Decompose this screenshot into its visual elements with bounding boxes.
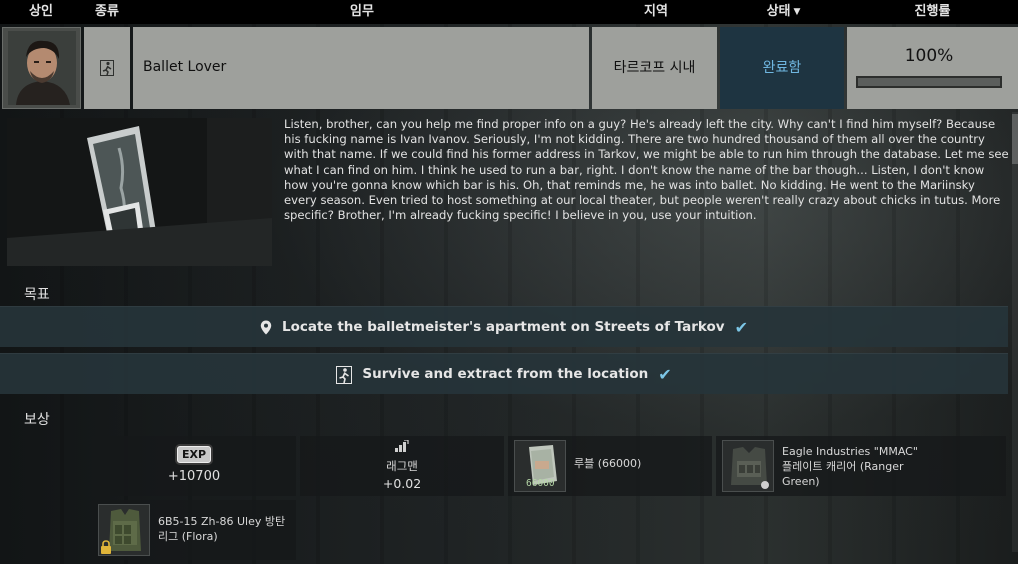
armor-item-icon[interactable] <box>722 440 774 492</box>
rubles-count: 66000 <box>526 478 555 489</box>
header-type[interactable]: 종류 <box>82 0 132 24</box>
checkmark-icon: ✔ <box>734 318 748 337</box>
chevron-down-icon: ▼ <box>793 7 801 17</box>
quest-type-cell <box>84 27 130 109</box>
exit-icon <box>336 365 353 384</box>
header-location[interactable]: 지역 <box>592 0 720 24</box>
quest-status-cell: 완료함 <box>720 27 844 109</box>
objectives-label: 목표 <box>24 287 50 303</box>
exp-badge: EXP <box>176 446 212 463</box>
reputation-value: +0.02 <box>382 476 422 491</box>
objective-item: Locate the balletmeister's apartment on … <box>0 306 1008 347</box>
rig-name: 6B5-15 Zh-86 Uley 방탄 리그 (Flora) <box>158 514 285 544</box>
quest-name: Ballet Lover <box>143 59 227 75</box>
rubles-item-icon[interactable]: 66000 <box>514 440 566 492</box>
ballet-picture-frame-image <box>7 118 272 266</box>
progress-percent: 100% <box>904 46 954 66</box>
scrollbar[interactable] <box>1012 112 1018 552</box>
plate-carrier-icon <box>731 447 769 489</box>
exp-value: +10700 <box>167 469 221 484</box>
reputation-trader: 래그맨 <box>386 459 418 473</box>
reward-exp: EXP +10700 <box>92 436 296 496</box>
location-pin-icon <box>260 320 272 335</box>
rubles-name: 루블 (66000) <box>574 457 642 470</box>
armor-name-line: Green) <box>782 475 820 488</box>
header-trader[interactable]: 상인 <box>0 0 82 24</box>
header-progress[interactable]: 진행률 <box>847 0 1018 24</box>
reward-rig[interactable]: 6B5-15 Zh-86 Uley 방탄 리그 (Flora) <box>92 500 296 560</box>
header-status-label: 상태 <box>766 4 791 19</box>
armor-name-line: 플레이트 캐리어 (Ranger <box>782 460 904 473</box>
header-status[interactable]: 상태 ▼ <box>720 0 847 24</box>
rig-item-icon[interactable] <box>98 504 150 556</box>
quest-location-cell: 타르코프 시내 <box>592 27 717 109</box>
quest-description: Listen, brother, can you help me find pr… <box>284 117 1009 223</box>
quest-image <box>7 118 272 266</box>
reward-reputation: 래그맨 +0.02 <box>300 436 504 496</box>
objective-text: Locate the balletmeister's apartment on … <box>282 319 725 335</box>
lock-icon <box>101 540 111 554</box>
trader-avatar[interactable] <box>2 27 81 109</box>
progress-bar-fill <box>858 78 1000 86</box>
quest-status: 완료함 <box>762 60 802 76</box>
quest-location: 타르코프 시내 <box>613 60 696 76</box>
rig-name-line: 리그 (Flora) <box>158 530 218 543</box>
rewards-label: 보상 <box>24 412 50 428</box>
quest-progress-cell: 100% <box>847 27 1018 109</box>
scrollbar-thumb[interactable] <box>1012 114 1018 164</box>
armor-name: Eagle Industries "MMAC" 플레이트 캐리어 (Ranger… <box>782 444 918 489</box>
objective-text: Survive and extract from the location <box>362 366 649 382</box>
exit-icon <box>100 60 114 76</box>
header-task[interactable]: 임무 <box>132 0 592 24</box>
reward-armor[interactable]: Eagle Industries "MMAC" 플레이트 캐리어 (Ranger… <box>716 436 1006 496</box>
quest-row[interactable]: Ballet Lover 타르코프 시내 완료함 100% <box>0 27 1018 109</box>
armor-name-line: Eagle Industries "MMAC" <box>782 445 918 458</box>
objective-item: Survive and extract from the location ✔ <box>0 353 1008 394</box>
rig-name-line: 6B5-15 Zh-86 Uley 방탄 <box>158 515 286 528</box>
reputation-icon <box>395 439 409 452</box>
trader-portrait <box>8 31 76 105</box>
checkmark-icon: ✔ <box>658 365 672 384</box>
quest-name-cell[interactable]: Ballet Lover <box>133 27 589 109</box>
reward-rubles[interactable]: 66000 루블 (66000) <box>508 436 712 496</box>
table-header: 상인 종류 임무 지역 상태 ▼ 진행률 <box>0 0 1018 24</box>
progress-bar <box>856 76 1002 88</box>
